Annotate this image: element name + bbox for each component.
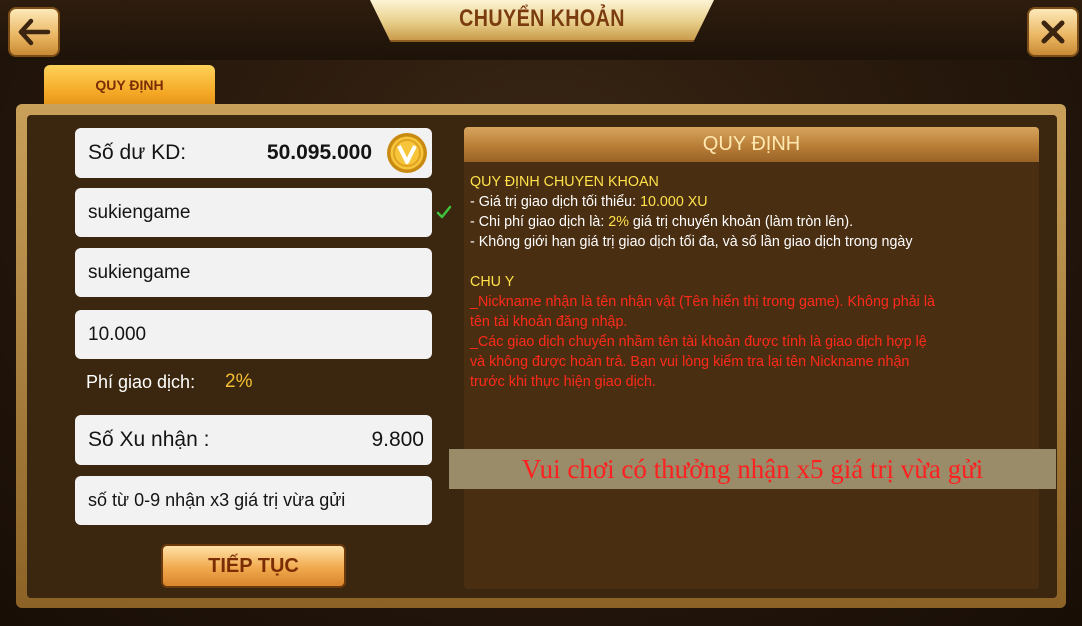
rule-min-text: - Giá trị giao dịch tối thiểu: <box>470 194 641 210</box>
promo-banner: Vui chơi có thưởng nhận x5 giá trị vừa g… <box>449 449 1056 489</box>
continue-button[interactable]: TIẾP TỤC <box>161 544 346 588</box>
balance-box: Số dư KD: 50.095.000 <box>75 128 432 178</box>
received-amount-box: Số Xu nhận : 9.800 <box>75 415 432 465</box>
page-title: CHUYỂN KHOẢN <box>459 5 625 32</box>
rule-fee-line: - Chi phí giao dịch là: 2% giá trị chuyể… <box>470 212 1035 232</box>
rules-content: QUY ĐỊNH CHUYEN KHOAN - Giá trị giao dịc… <box>470 172 1035 392</box>
note-line: và không được hoàn trả. Bạn vui lòng kiể… <box>470 354 910 370</box>
amount-input[interactable]: 10.000 <box>75 310 432 359</box>
note-line: trước khi thực hiện giao dịch. <box>470 374 656 390</box>
receiver-nickname-input[interactable]: sukiengame <box>75 188 432 237</box>
fee-value: 2% <box>225 371 253 392</box>
check-icon <box>436 205 452 219</box>
note-title: CHU Y <box>470 274 515 290</box>
balance-label: Số dư KD: <box>88 141 187 164</box>
received-label: Số Xu nhận : <box>88 428 210 451</box>
back-button[interactable] <box>8 7 60 57</box>
rules-section-title: QUY ĐỊNH CHUYEN KHOAN <box>470 174 659 190</box>
back-arrow-icon <box>18 18 51 46</box>
close-button[interactable] <box>1027 7 1079 57</box>
rule-no-limit: - Không giới hạn giá trị giao dịch tối đ… <box>470 234 913 250</box>
message-input[interactable]: số từ 0-9 nhận x3 giá trị vừa gửi <box>75 476 432 525</box>
close-icon <box>1041 20 1065 44</box>
note-line: tên tài khoản đăng nhập. <box>470 314 628 330</box>
rules-header: QUY ĐỊNH <box>464 127 1039 162</box>
fee-label: Phí giao dịch: <box>86 372 196 392</box>
balance-value: 50.095.000 <box>266 141 372 164</box>
rule-min-value: 10.000 XU <box>640 194 708 210</box>
note-line: _Các giao dịch chuyển nhầm tên tài khoản… <box>470 334 927 350</box>
note-line: _Nickname nhận là tên nhận vật (Tên hiển… <box>470 294 935 310</box>
rule-min-line: - Giá trị giao dịch tối thiểu: 10.000 XU <box>470 192 1035 212</box>
tab-quy-dinh[interactable]: QUY ĐỊNH <box>44 65 215 105</box>
rule-fee-suffix: giá trị chuyển khoản (làm tròn lên). <box>628 214 854 230</box>
receiver-confirm-input[interactable]: sukiengame <box>75 248 432 297</box>
coin-icon <box>387 133 427 173</box>
received-value: 9.800 <box>371 428 424 451</box>
rule-fee-value: 2% <box>608 214 629 230</box>
rules-spacer <box>470 252 1035 272</box>
rule-fee-text: - Chi phí giao dịch là: <box>470 214 609 230</box>
